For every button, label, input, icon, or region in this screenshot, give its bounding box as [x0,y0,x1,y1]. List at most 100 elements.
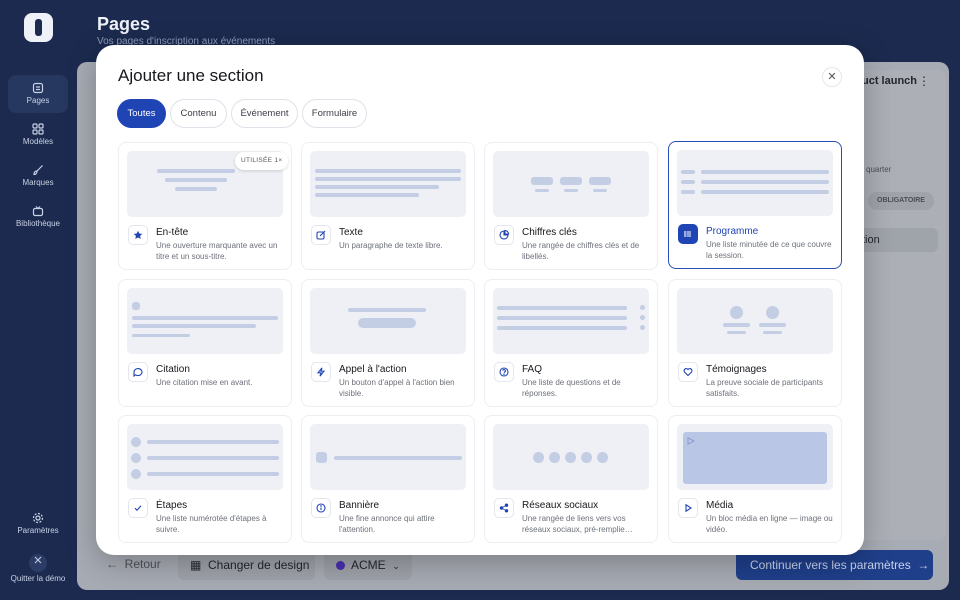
bolt-icon [311,362,331,382]
brush-icon [32,164,44,176]
required-badge: OBLIGATOIRE [868,192,934,210]
card-title: Citation [156,364,190,375]
info-icon [311,498,331,518]
card-title: Bannière [339,500,380,511]
nav-label: Bibliothèque [15,219,61,228]
quote-icon [128,362,148,382]
card-description: Un paragraphe de texte libre. [339,241,443,250]
section-card-media[interactable]: Média Un bloc média en ligne — image ou … [668,415,842,543]
card-preview [310,424,466,490]
section-card-appel-action[interactable]: Appel à l'action Un bouton d'appel à l'a… [301,279,475,407]
used-badge: UTILISÉE 1× [235,152,289,170]
share-icon [494,498,514,518]
exit-icon [29,554,47,572]
card-preview [677,150,833,216]
card-description: Une ouverture marquante avec un titre et… [156,241,278,261]
nav-item-pages[interactable]: Pages [8,75,68,113]
card-description: Un bouton d'appel à l'action bien visibl… [339,378,455,398]
section-card-temoignages[interactable]: Témoignages La preuve sociale de partici… [668,279,842,407]
arrow-left-icon: ← [106,557,118,571]
tab-toutes[interactable]: Toutes [117,99,166,128]
add-section-modal: Ajouter une section ✕ Toutes Contenu Évé… [96,45,864,555]
card-description: Une rangée de chiffres clés et de libell… [522,241,640,261]
card-preview [310,288,466,354]
gear-icon [32,512,44,524]
edit-icon [311,225,331,245]
back-button[interactable]: ← Retour [106,557,161,571]
card-title: Texte [339,227,363,238]
check-icon [128,498,148,518]
back-label: Retour [124,557,161,571]
background-doc-title: uct launch [862,75,918,87]
card-preview [677,288,833,354]
card-title: Programme [706,226,759,237]
card-preview [677,424,833,490]
card-preview [127,424,283,490]
close-icon[interactable]: ✕ [822,67,842,87]
grid-icon: ▦ [190,558,202,572]
arrow-right-icon: → [917,558,930,572]
nav-label: Modèles [22,137,54,146]
section-card-en-tete[interactable]: UTILISÉE 1× En-tête Une ouverture marqua… [118,142,292,270]
card-title: Chiffres clés [522,227,577,238]
brand-color-dot [336,561,345,570]
nav-item-modeles[interactable]: Modèles [8,116,68,154]
card-description: Une liste de questions et de réponses. [522,378,621,398]
continue-label: Continuer vers les paramètres [750,558,911,572]
heart-icon [678,362,698,382]
tab-evenement[interactable]: Événement [231,99,298,128]
list-icon [678,224,698,244]
card-title: Média [706,500,734,511]
card-preview [493,424,649,490]
star-icon [128,225,148,245]
section-card-etapes[interactable]: Étapes Une liste numérotée d'étapes à su… [118,415,292,543]
section-card-chiffres-cles[interactable]: Chiffres clés Une rangée de chiffres clé… [484,142,658,270]
section-card-texte[interactable]: Texte Un paragraphe de texte libre. [301,142,475,270]
card-preview [493,288,649,354]
card-description: Une liste numérotée d'étapes à suivre. [156,514,267,534]
tab-contenu[interactable]: Contenu [170,99,227,128]
tab-formulaire[interactable]: Formulaire [302,99,367,128]
card-preview [310,151,466,217]
card-title: Étapes [156,500,188,511]
card-description: Une liste minutée de ce que couvre la se… [706,240,832,260]
brand-label: ACME [351,558,386,572]
nav-label: Paramètres [17,526,59,535]
nav-label: Quitter la démo [10,574,66,583]
card-title: Témoignages [706,364,767,375]
card-description: Une fine annonce qui attire l'attention. [339,514,435,534]
chart-icon [494,225,514,245]
more-icon[interactable]: ⋮ [918,74,930,88]
nav-label: Pages [26,96,50,105]
card-description: Une citation mise en avant. [156,378,253,387]
section-card-citation[interactable]: Citation Une citation mise en avant. [118,279,292,407]
background-text: quarter [866,165,892,174]
card-title: Appel à l'action [339,364,407,375]
card-title: En-tête [156,227,189,238]
change-design-label: Changer de design [208,558,310,572]
section-card-reseaux-sociaux[interactable]: Réseaux sociaux Une rangée de liens vers… [484,415,658,543]
page-title: Pages [97,14,151,34]
section-card-faq[interactable]: FAQ Une liste de questions et de réponse… [484,279,658,407]
modal-title: Ajouter une section [118,66,264,85]
nav-item-marques[interactable]: Marques [8,157,68,195]
grid-icon [32,123,44,135]
app-logo[interactable] [24,13,53,42]
nav-item-quit[interactable]: Quitter la démo [8,550,68,586]
question-icon [494,362,514,382]
chevron-down-icon: ⌄ [392,561,400,571]
nav-label: Marques [22,178,54,187]
play-icon [678,498,698,518]
card-preview [493,151,649,217]
card-title: FAQ [522,364,543,375]
section-card-programme[interactable]: Programme Une liste minutée de ce que co… [668,141,842,269]
card-description: La preuve sociale de participants satisf… [706,378,823,398]
nav-item-bibliotheque[interactable]: Bibliothèque [8,198,68,236]
nav-item-settings[interactable]: Paramètres [8,505,68,543]
section-card-banniere[interactable]: Bannière Une fine annonce qui attire l'a… [301,415,475,543]
card-description: Un bloc média en ligne — image ou vidéo. [706,514,833,534]
library-icon [32,205,44,217]
card-preview [127,288,283,354]
card-description: Une rangée de liens vers vos réseaux soc… [522,514,633,534]
pages-icon [32,82,44,94]
